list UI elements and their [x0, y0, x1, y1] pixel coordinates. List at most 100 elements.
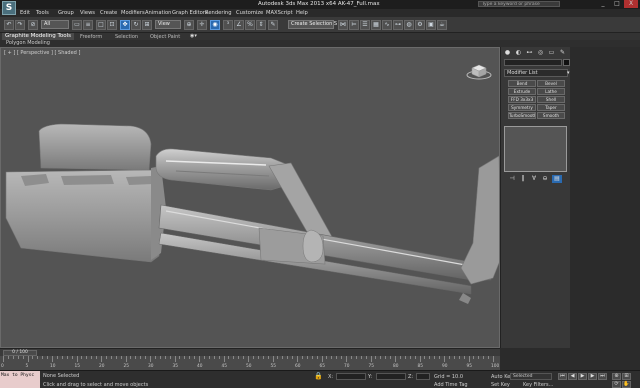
search-input[interactable]: Type a keyword or phrase [478, 1, 560, 7]
configure-modifier-sets-icon[interactable]: ▤ [552, 175, 562, 183]
menu-modifiers[interactable]: Modifiers [121, 10, 145, 16]
modifier-button-symmetry[interactable]: Symmetry [508, 104, 536, 111]
menu-graph-editors[interactable]: Graph Editors [172, 10, 208, 16]
time-slider[interactable]: 0 / 100 [0, 348, 500, 356]
zoom-all-icon[interactable]: ⊞ [622, 373, 631, 380]
render-production-icon[interactable]: ☕ [437, 20, 447, 30]
next-frame-icon[interactable]: ▶ [588, 373, 597, 380]
ribbon-options-icon[interactable]: ◉▾ [190, 33, 197, 39]
zoom-icon[interactable]: ⊕ [612, 373, 621, 380]
select-and-rotate-icon[interactable]: ↻ [131, 20, 141, 30]
previous-frame-icon[interactable]: ◀ [568, 373, 577, 380]
select-and-scale-icon[interactable]: ⊞ [142, 20, 152, 30]
utilities-icon[interactable]: ✎ [558, 49, 567, 57]
show-end-result-icon[interactable]: ‖ [518, 175, 528, 183]
reference-coordinate-dropdown[interactable]: View [155, 20, 181, 29]
remove-modifier-icon[interactable]: ⊖ [540, 175, 550, 183]
key-filters-button[interactable]: Key Filters... [523, 382, 553, 388]
object-name-field[interactable] [504, 59, 562, 66]
undo-icon[interactable]: ↶ [4, 20, 14, 30]
play-icon[interactable]: ▶ [578, 373, 587, 380]
window-crossing-icon[interactable]: ⊡ [107, 20, 117, 30]
object-color-swatch[interactable] [563, 59, 570, 66]
schematic-view-icon[interactable]: ⊶ [393, 20, 403, 30]
keyboard-shortcut-override-icon[interactable]: ◉ [210, 20, 220, 30]
selection-region-icon[interactable]: □ [96, 20, 106, 30]
minimize-button[interactable]: _ [596, 0, 610, 8]
modifier-button-bevel[interactable]: Bevel [537, 80, 565, 87]
modifier-button-turbosmooth[interactable]: TurboSmooth [508, 112, 536, 119]
select-object-icon[interactable]: ▭ [72, 20, 82, 30]
modifier-button-ffd[interactable]: FFD 3x3x3 [508, 96, 536, 103]
snaps-toggle-icon[interactable]: ³ [223, 20, 233, 30]
track-bar[interactable]: 0 5 10 15 20 25 30 35 40 45 50 55 60 65 70 75 80 85 90 95 10… [0, 356, 500, 370]
z-coordinate-field[interactable] [416, 373, 430, 380]
select-manipulate-icon[interactable]: ✛ [197, 20, 207, 30]
rifle-model[interactable] [1, 48, 500, 348]
app-logo-icon[interactable]: S [2, 1, 16, 15]
go-to-start-icon[interactable]: ⏮ [558, 373, 567, 380]
create-icon[interactable]: ● [503, 49, 512, 57]
menu-animation[interactable]: Animation [145, 10, 171, 16]
render-setup-icon[interactable]: ⚙ [415, 20, 425, 30]
graphite-toggle-icon[interactable]: ▦ [371, 20, 381, 30]
align-icon[interactable]: ⊨ [349, 20, 359, 30]
link-icon[interactable]: ⊘ [28, 20, 38, 30]
motion-icon[interactable]: ◎ [536, 49, 545, 57]
modifier-button-shell[interactable]: Shell [537, 96, 565, 103]
modify-icon[interactable]: ◐ [514, 49, 523, 57]
polygon-modeling-panel[interactable]: Polygon Modeling [6, 40, 50, 47]
modifier-list-dropdown[interactable]: Modifier List [504, 69, 568, 77]
modifier-button-bend[interactable]: Bend [508, 80, 536, 87]
pivot-center-icon[interactable]: ⊕ [184, 20, 194, 30]
menu-rendering[interactable]: Rendering [205, 10, 232, 16]
viewport-label[interactable]: [ + ] [ Perspective ] [ Shaded ] [4, 50, 80, 56]
viewcube-icon[interactable] [466, 62, 492, 80]
layer-manager-icon[interactable]: ☰ [360, 20, 370, 30]
menu-create[interactable]: Create [100, 10, 117, 16]
edit-named-selection-icon[interactable]: ✎ [268, 20, 278, 30]
make-unique-icon[interactable]: ∀ [529, 175, 539, 183]
curve-editor-icon[interactable]: ∿ [382, 20, 392, 30]
y-coordinate-field[interactable] [376, 373, 406, 380]
x-coordinate-field[interactable] [336, 373, 366, 380]
add-time-tag[interactable]: Add Time Tag [434, 382, 468, 388]
select-by-name-icon[interactable]: ≡ [83, 20, 93, 30]
named-selection-set-dropdown[interactable]: Create Selection S [288, 20, 337, 29]
go-to-end-icon[interactable]: ⏭ [598, 373, 607, 380]
menu-help[interactable]: Help [296, 10, 308, 16]
set-key-button[interactable]: Set Key [491, 382, 510, 388]
pan-icon[interactable]: ✋ [622, 381, 631, 388]
menu-views[interactable]: Views [80, 10, 95, 16]
menu-group[interactable]: Group [58, 10, 74, 16]
modifier-button-lathe[interactable]: Lathe [537, 88, 565, 95]
maximize-button[interactable]: □ [610, 0, 624, 8]
display-icon[interactable]: ▭ [547, 49, 556, 57]
percent-snap-icon[interactable]: % [245, 20, 255, 30]
pin-stack-icon[interactable]: ⊣ [507, 175, 517, 183]
perspective-viewport[interactable]: [ + ] [ Perspective ] [ Shaded ] [0, 47, 500, 348]
hierarchy-icon[interactable]: ⊷ [525, 49, 534, 57]
maxscript-listener[interactable]: Max to Physc [0, 371, 40, 388]
tab-graphite-modeling-tools[interactable]: Graphite Modeling Tools [2, 33, 75, 40]
orbit-icon[interactable]: ⟳ [612, 381, 621, 388]
close-button[interactable]: X [624, 0, 638, 8]
menu-tools[interactable]: Tools [36, 10, 49, 16]
modifier-button-taper[interactable]: Taper [537, 104, 565, 111]
lock-selection-icon[interactable]: 🔒 [314, 372, 323, 380]
modifier-stack[interactable] [504, 126, 567, 172]
redo-icon[interactable]: ↷ [15, 20, 25, 30]
select-and-move-icon[interactable]: ✥ [120, 20, 130, 30]
key-mode-dropdown[interactable]: Selected [510, 373, 552, 380]
selection-filter-dropdown[interactable]: All [41, 20, 69, 29]
menu-maxscript[interactable]: MAXScript [266, 10, 293, 16]
material-editor-icon[interactable]: ◍ [404, 20, 414, 30]
mirror-icon[interactable]: ⋈ [338, 20, 348, 30]
angle-snap-icon[interactable]: ∠ [234, 20, 244, 30]
rendered-frame-window-icon[interactable]: ▣ [426, 20, 436, 30]
spinner-snap-icon[interactable]: ⇕ [256, 20, 266, 30]
modifier-button-extrude[interactable]: Extrude [508, 88, 536, 95]
menu-edit[interactable]: Edit [20, 10, 30, 16]
menu-customize[interactable]: Customize [236, 10, 263, 16]
modifier-button-smooth[interactable]: Smooth [537, 112, 565, 119]
